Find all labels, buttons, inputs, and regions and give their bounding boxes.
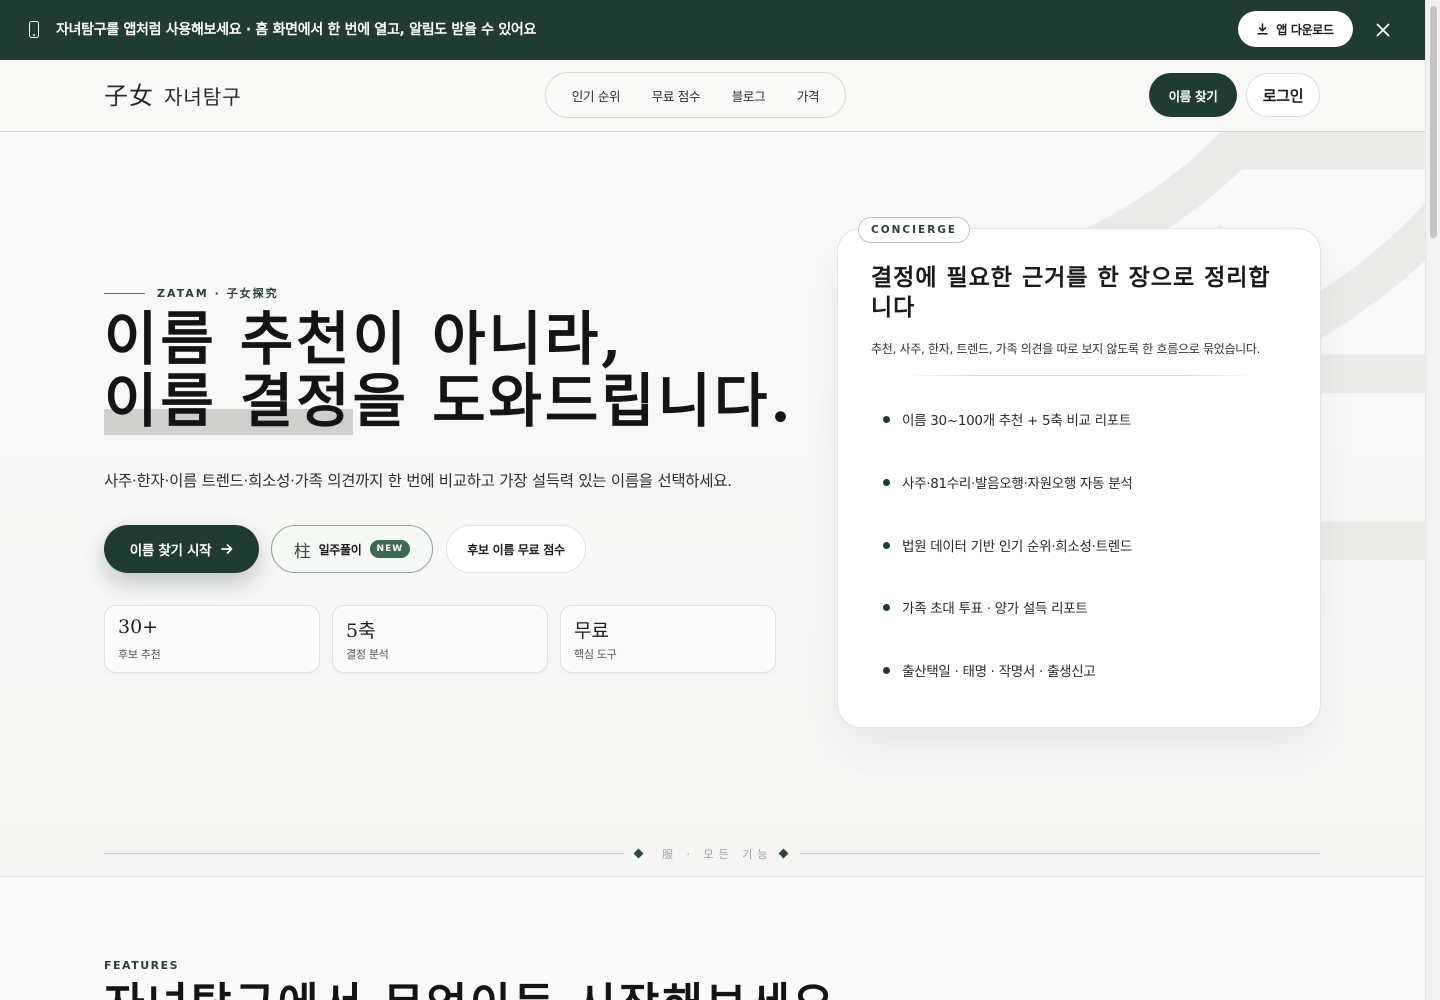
nav-item-pricing[interactable]: 가격: [797, 86, 820, 105]
stat-caption: 후보 추천: [118, 648, 161, 661]
banner-close-button[interactable]: [1372, 19, 1394, 41]
concierge-feature-item: 이름 30~100개 추천 + 5축 비교 리포트: [883, 409, 1131, 429]
scrollbar-thumb[interactable]: [1430, 6, 1437, 238]
app-download-label: 앱 다운로드: [1276, 22, 1334, 37]
phone-icon: [29, 21, 39, 38]
saju-hanja-icon: 柱: [293, 541, 311, 562]
logo-brand: 자녀탐구: [164, 85, 242, 109]
concierge-description: 추천, 사주, 한자, 트렌드, 가족 의견을 따로 보지 않도록 한 흐름으로…: [871, 342, 1261, 356]
app-install-banner: 자녀탐구를 앱처럼 사용해보세요 · 홈 화면에서 한 번에 열고, 알림도 받…: [0, 0, 1425, 60]
stat-card-free-tools: 무료 핵심 도구: [560, 605, 776, 673]
bullet-dot-icon: [883, 415, 890, 423]
hero-section: 名 ZATAM · 子女探究 이름 추천이 아니라, 이름 결정을 도와드립니다…: [0, 132, 1425, 876]
saju-button-label: 일주풀이: [318, 542, 362, 557]
stat-value: 무료: [574, 620, 609, 642]
divider-label: 服 · 모든 기능: [662, 848, 773, 861]
stat-caption: 결정 분석: [346, 648, 389, 661]
concierge-card: CONCIERGE 결정에 필요한 근거를 한 장으로 정리합니다 추천, 사주…: [837, 217, 1321, 728]
concierge-feature-item: 출산택일 · 태명 · 작명서 · 출생신고: [883, 660, 1096, 680]
feature-text: 출산택일 · 태명 · 작명서 · 출생신고: [902, 664, 1096, 680]
features-heading: 자녀탐구에서 무엇이든 시작해보세요: [104, 981, 836, 1000]
bullet-dot-icon: [883, 666, 890, 674]
nav-item-free-score[interactable]: 무료 점수: [652, 86, 701, 105]
hero-headline: 이름 추천이 아니라, 이름 결정을 도와드립니다.: [104, 305, 794, 435]
main-nav: 인기 순위 무료 점수 블로그 가격: [545, 72, 846, 118]
divider-rule-right: [800, 853, 1320, 854]
bullet-dot-icon: [883, 478, 890, 486]
concierge-feature-item: 가족 초대 투표 · 양가 설득 리포트: [883, 597, 1088, 617]
logo-hanja: 子女: [104, 82, 154, 110]
divider-rule-left: [104, 853, 624, 854]
hero-subtitle: 사주·한자·이름 트렌드·희소성·가족 의견까지 한 번에 비교하고 가장 설득…: [104, 472, 732, 490]
feature-text: 법원 데이터 기반 인기 순위·희소성·트렌드: [902, 539, 1132, 555]
free-name-score-button[interactable]: 후보 이름 무료 점수: [446, 525, 586, 573]
bullet-dot-icon: [883, 603, 890, 611]
headline-line-1: 이름 추천이 아니라,: [104, 305, 625, 373]
concierge-feature-item: 사주·81수리·발음오행·자원오행 자동 분석: [883, 472, 1133, 492]
nav-item-blog[interactable]: 블로그: [732, 86, 766, 105]
login-button[interactable]: 로그인: [1246, 73, 1320, 117]
close-icon: [1376, 23, 1390, 37]
banner-message: 자녀탐구를 앱처럼 사용해보세요 · 홈 화면에서 한 번에 열고, 알림도 받…: [56, 22, 537, 38]
eyebrow-line: [104, 292, 145, 294]
bullet-dot-icon: [883, 541, 890, 549]
site-header: 子女 자녀탐구 인기 순위 무료 점수 블로그 가격 이름 찾기 로그인: [0, 60, 1425, 132]
section-divider: 服 · 모든 기능: [0, 841, 1425, 867]
diamond-icon: [778, 848, 789, 859]
diamond-icon: [633, 848, 644, 859]
arrow-right-icon: [221, 544, 233, 554]
find-name-button[interactable]: 이름 찾기: [1149, 73, 1237, 117]
concierge-title: 결정에 필요한 근거를 한 장으로 정리합니다: [871, 264, 1271, 321]
nav-item-popular-ranking[interactable]: 인기 순위: [572, 86, 621, 105]
download-icon: [1257, 23, 1268, 35]
start-finding-name-button[interactable]: 이름 찾기 시작: [104, 525, 259, 573]
feature-text: 가족 초대 투표 · 양가 설득 리포트: [902, 601, 1088, 617]
page: 자녀탐구를 앱처럼 사용해보세요 · 홈 화면에서 한 번에 열고, 알림도 받…: [0, 0, 1425, 1000]
stat-card-candidates: 30+ 후보 추천: [104, 605, 320, 673]
feature-text: 사주·81수리·발음오행·자원오행 자동 분석: [902, 476, 1133, 492]
start-button-label: 이름 찾기 시작: [129, 543, 212, 559]
app-download-button[interactable]: 앱 다운로드: [1238, 11, 1353, 47]
page-scrollbar[interactable]: [1425, 0, 1440, 1000]
headline-line-2-rest: 을 도와드립니다.: [352, 367, 794, 435]
features-kicker: FEATURES: [104, 959, 180, 972]
hero-eyebrow: ZATAM · 子女探究: [104, 285, 279, 301]
stat-value: 5축: [346, 620, 376, 642]
concierge-divider: [908, 375, 1253, 376]
headline-highlight: 이름 결정: [104, 367, 353, 435]
features-section: FEATURES 자녀탐구에서 무엇이든 시작해보세요: [0, 876, 1425, 1000]
concierge-tag: CONCIERGE: [858, 217, 971, 243]
saju-reading-button[interactable]: 柱 일주풀이 NEW: [271, 525, 433, 573]
stat-card-analysis: 5축 결정 분석: [332, 605, 548, 673]
stat-caption: 핵심 도구: [574, 648, 617, 661]
site-logo[interactable]: 子女 자녀탐구: [104, 76, 242, 111]
stat-value: 30+: [118, 616, 159, 638]
concierge-feature-item: 법원 데이터 기반 인기 순위·희소성·트렌드: [883, 535, 1132, 555]
new-badge: NEW: [369, 540, 411, 558]
eyebrow-text: ZATAM · 子女探究: [157, 287, 279, 300]
feature-text: 이름 30~100개 추천 + 5축 비교 리포트: [902, 413, 1132, 429]
